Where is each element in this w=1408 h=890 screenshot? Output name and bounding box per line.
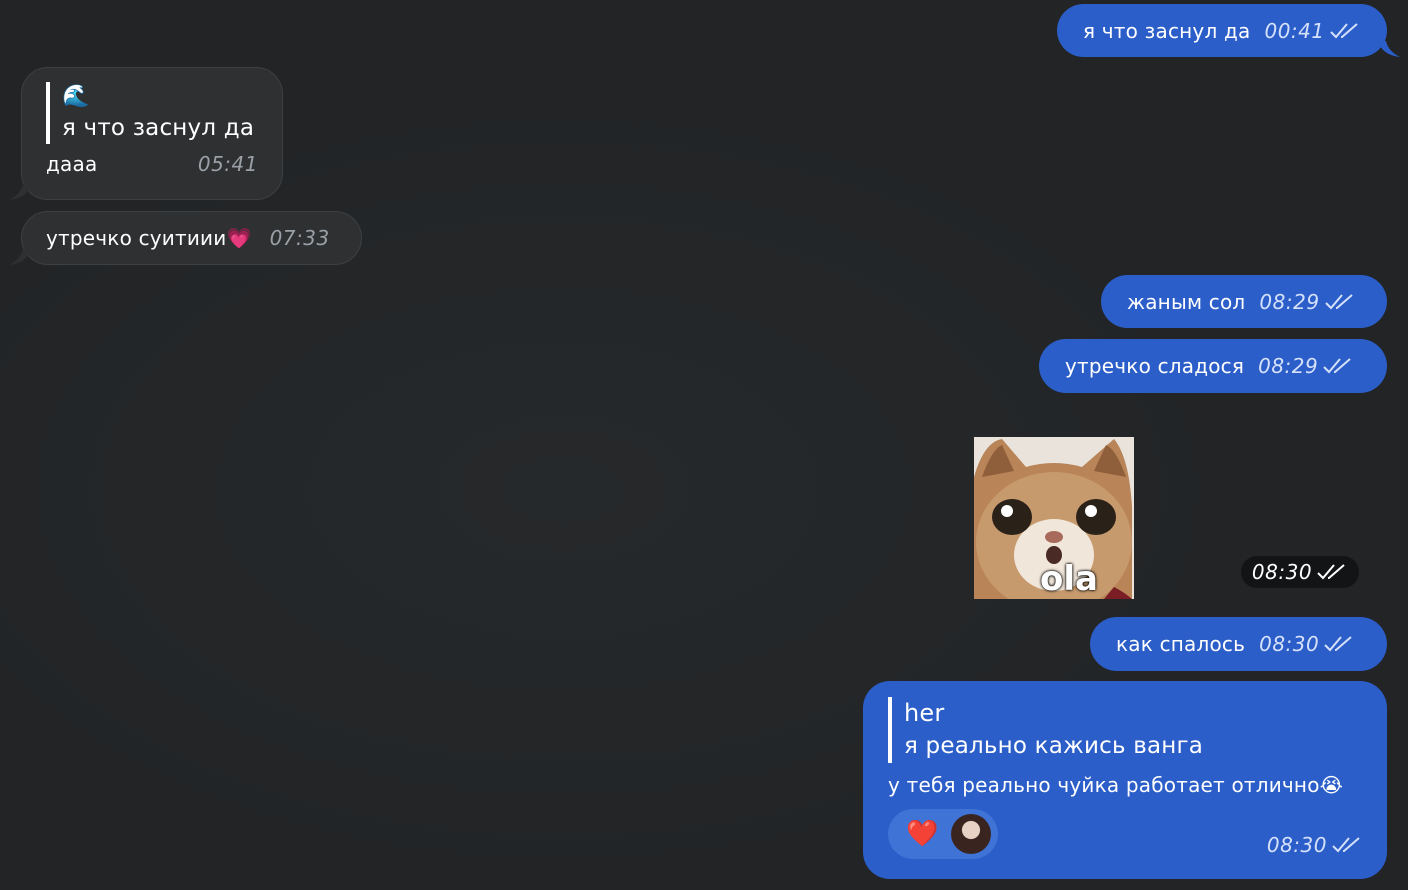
message-time: 08:29 (1259, 289, 1320, 314)
double-check-icon (1324, 292, 1356, 312)
message-time: 00:41 (1264, 18, 1325, 43)
reply-author-emoji: 🌊 (62, 84, 90, 109)
double-check-icon (1331, 835, 1363, 855)
message-time: 08:30 (1259, 632, 1320, 656)
bubble-tail (9, 184, 31, 200)
message-bubble-incoming[interactable]: утречко суитиии 💗 07:33 (21, 211, 362, 265)
message-time: 08:29 (1258, 354, 1319, 378)
bubble-tail (9, 249, 31, 265)
message-bubble-outgoing[interactable]: я что заснул да 00:41 (1057, 4, 1387, 57)
message-text: у тебя реально чуйка работает отлично (888, 773, 1320, 797)
double-check-icon (1323, 634, 1355, 654)
message-time: 05:41 (197, 152, 258, 176)
double-check-icon (1316, 562, 1348, 582)
heart-reaction: ❤️ (906, 819, 939, 849)
avatar (950, 814, 991, 854)
message-bubble-outgoing[interactable]: утречко сладося 08:29 (1039, 339, 1387, 393)
cat-sticker[interactable]: ola (974, 437, 1134, 612)
reaction-pill[interactable]: ❤️ (888, 809, 998, 859)
reply-text: я реально кажись ванга (904, 733, 1204, 759)
sticker-timestamp: 08:30 (1241, 556, 1359, 588)
chat-window: я что заснул да 00:41 🌊 я что заснул да … (0, 0, 1408, 890)
message-text: я что заснул да (1083, 18, 1251, 43)
reply-quote[interactable]: 🌊 я что заснул да (46, 82, 258, 144)
heart-emoji: 💗 (226, 226, 252, 250)
bubble-tail (1378, 41, 1400, 57)
message-text: как спалось (1116, 632, 1246, 656)
message-time: 08:30 (1251, 560, 1313, 584)
crying-emoji: 😭 (1319, 773, 1344, 797)
message-bubble-outgoing[interactable]: жаным сол 08:29 (1101, 275, 1387, 328)
message-time: 07:33 (269, 226, 330, 250)
message-time: 08:30 (1266, 833, 1327, 857)
reply-quote[interactable]: her я реально кажись ванга (888, 697, 1363, 763)
sticker-caption: ola (1040, 559, 1098, 599)
message-text: жаным сол (1127, 289, 1246, 314)
message-bubble-outgoing[interactable]: как спалось 08:30 (1090, 617, 1387, 671)
message-text: утречко суитиии (46, 226, 227, 250)
reply-author: her (904, 699, 945, 727)
double-check-icon (1322, 356, 1354, 376)
message-bubble-incoming[interactable]: 🌊 я что заснул да дааа 05:41 (21, 67, 283, 200)
message-text: утречко сладося (1065, 354, 1245, 378)
double-check-icon (1329, 21, 1361, 41)
reply-text: я что заснул да (62, 115, 255, 141)
message-bubble-outgoing[interactable]: her я реально кажись ванга у тебя реальн… (863, 681, 1387, 879)
message-text: дааа (46, 152, 98, 176)
